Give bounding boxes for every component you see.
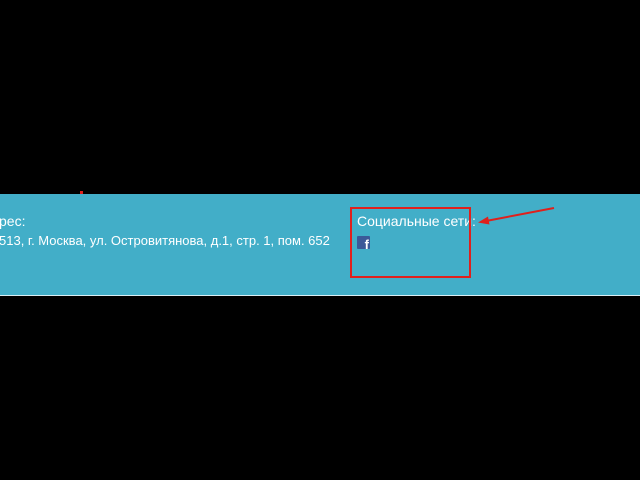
screenshot-canvas: рес: 513, г. Москва, ул. Островитянова, …: [0, 0, 640, 480]
annotation-highlight-box: [350, 207, 471, 278]
annotation-arrow: [478, 207, 555, 225]
address-text: 513, г. Москва, ул. Островитянова, д.1, …: [0, 233, 330, 248]
address-heading: рес:: [0, 213, 26, 229]
